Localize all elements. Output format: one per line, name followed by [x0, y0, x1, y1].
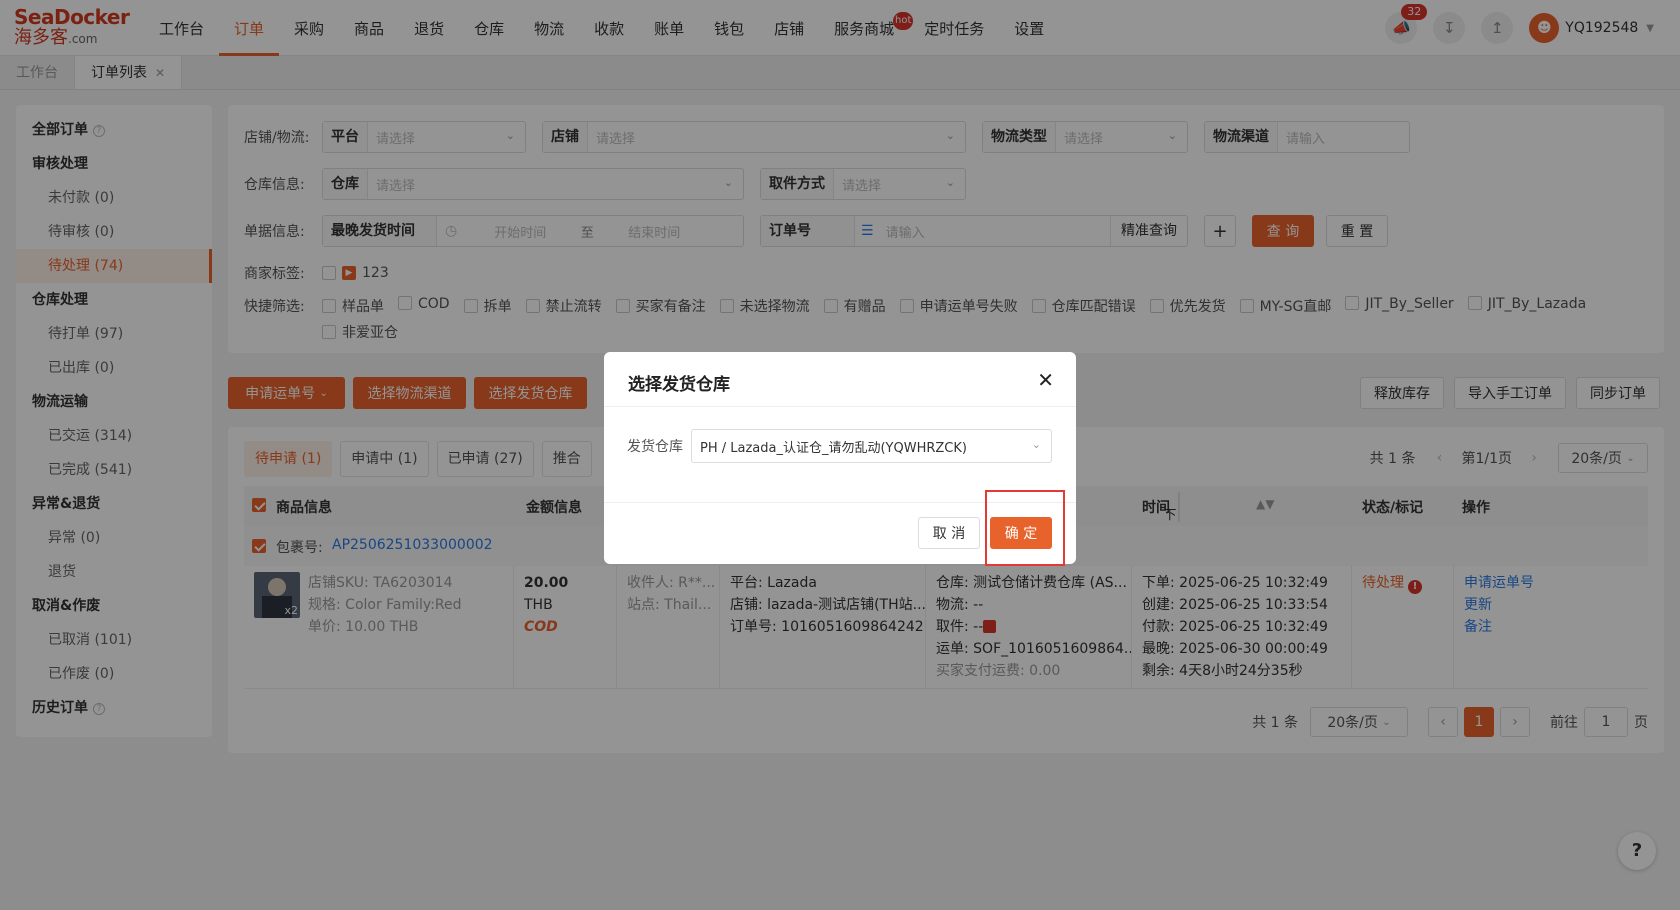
- chevron-down-icon: ⌄: [1031, 438, 1041, 451]
- dialog-title: 选择发货仓库: [628, 375, 730, 395]
- warehouse-field-label: 发货仓库: [627, 439, 683, 455]
- highlight-box: [985, 490, 1065, 566]
- cancel-button[interactable]: 取 消: [918, 517, 980, 549]
- warehouse-dropdown[interactable]: PH / Lazada_认证仓_请勿乱动(YQWHRZCK) ⌄: [691, 429, 1052, 463]
- close-icon[interactable]: ✕: [1037, 368, 1054, 392]
